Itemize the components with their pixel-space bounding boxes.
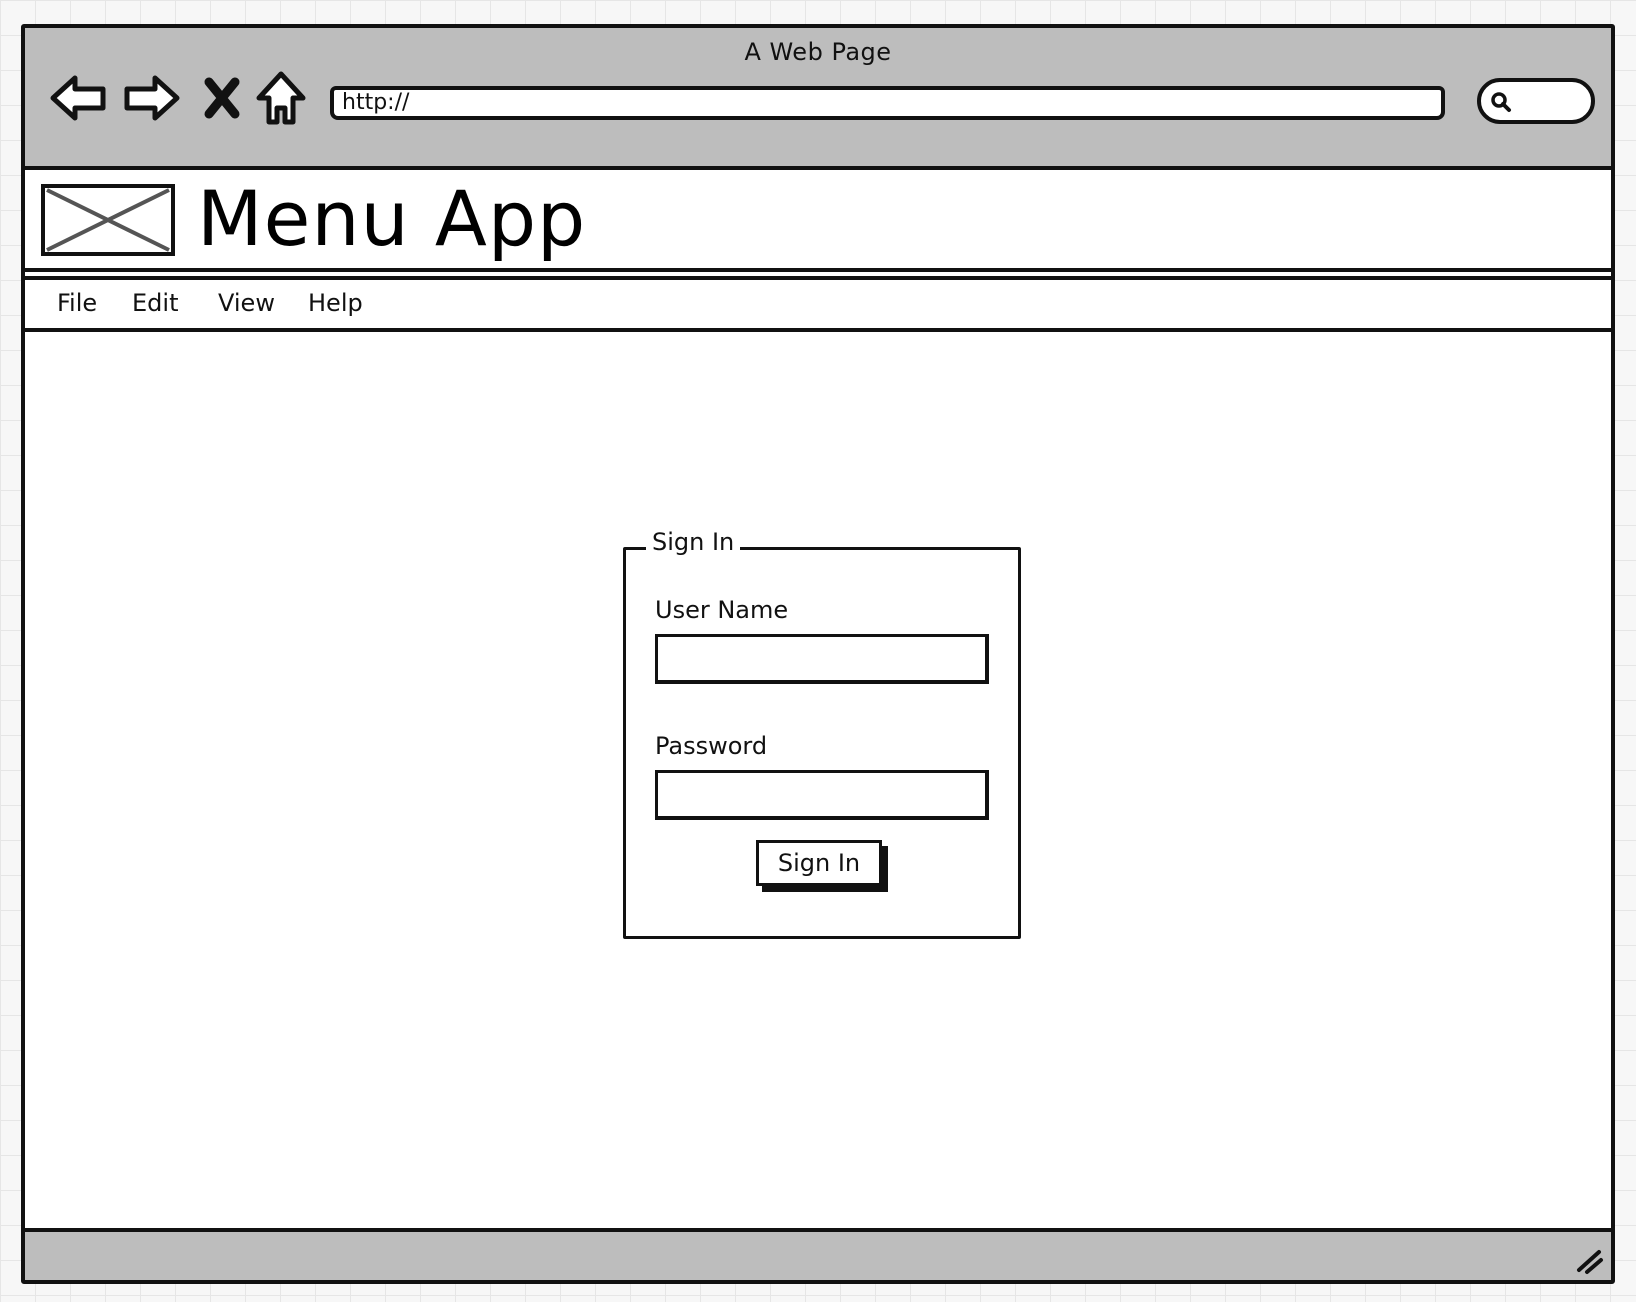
app-header: Menu App <box>25 170 1611 272</box>
status-bar <box>25 1228 1611 1280</box>
resize-grip-icon[interactable] <box>1571 1242 1605 1276</box>
menu-item-edit[interactable]: Edit <box>132 289 178 317</box>
forward-arrow-icon[interactable] <box>121 68 181 128</box>
password-label: Password <box>655 732 768 760</box>
url-bar[interactable]: http:// <box>330 86 1445 120</box>
username-label: User Name <box>655 596 789 624</box>
menu-item-view[interactable]: View <box>218 289 275 317</box>
sign-in-button[interactable]: Sign In <box>756 840 882 886</box>
menu-item-file[interactable]: File <box>57 289 97 317</box>
sign-in-legend: Sign In <box>646 528 741 556</box>
image-placeholder-icon <box>41 184 175 256</box>
app-title: Menu App <box>197 174 587 263</box>
back-arrow-icon[interactable] <box>49 68 109 128</box>
password-input[interactable] <box>655 770 989 820</box>
stop-x-icon[interactable] <box>193 68 253 128</box>
menu-bar: File Edit View Help <box>25 276 1611 332</box>
search-field[interactable] <box>1477 78 1595 124</box>
browser-window: A Web Page http:// Menu App File Edit Vi… <box>21 24 1615 1284</box>
username-input[interactable] <box>655 634 989 684</box>
browser-toolbar: A Web Page http:// <box>25 28 1611 170</box>
window-title: A Web Page <box>744 38 892 66</box>
sign-in-group: Sign In User Name Password Sign In <box>623 528 1021 939</box>
home-icon[interactable] <box>251 68 311 128</box>
menu-item-help[interactable]: Help <box>308 289 363 317</box>
search-icon <box>1491 92 1511 112</box>
